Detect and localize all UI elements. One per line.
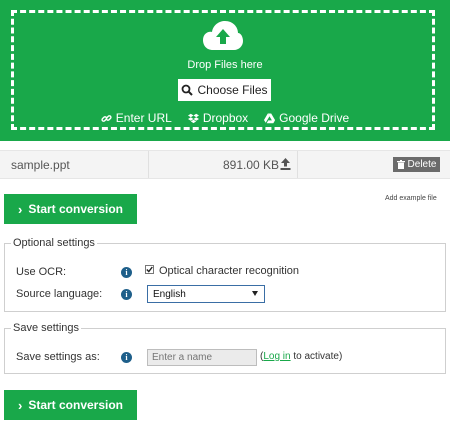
file-name: sample.ppt [11,158,70,172]
enter-url-link[interactable]: Enter URL [101,111,172,125]
choose-files-label: Choose Files [197,83,268,97]
drop-files-text: Drop Files here [187,59,263,71]
ocr-info-icon[interactable]: i [121,267,132,278]
start-conversion-button-bottom[interactable]: › Start conversion [4,390,137,420]
column-divider [148,151,149,178]
source-language-info-icon[interactable]: i [121,289,132,300]
upload-icon [280,158,291,170]
login-link[interactable]: Log in [263,351,290,362]
save-settings-fieldset: Save settings Save settings as: i (Log i… [4,322,446,374]
use-ocr-label: Use OCR: [16,266,67,278]
file-drop-zone[interactable]: Drop Files here Choose Files Enter URL D… [0,0,450,141]
source-language-value: English [153,288,186,300]
settings-name-input[interactable] [147,349,257,366]
cloud-upload-icon [203,21,243,50]
google-drive-label: Google Drive [279,111,350,125]
source-language-select[interactable]: English [147,285,265,303]
google-drive-icon [264,113,276,123]
save-settings-legend: Save settings [11,322,82,334]
save-settings-info-icon[interactable]: i [121,352,132,363]
file-row: sample.ppt 891.00 KB Delete [0,150,450,179]
dropbox-label: Dropbox [202,111,249,125]
activate-note: (Log in to activate) [260,351,342,362]
enter-url-label: Enter URL [115,111,172,125]
search-icon [182,84,194,96]
dropbox-link[interactable]: Dropbox [187,111,249,125]
start-conversion-label: Start conversion [28,202,124,216]
optional-settings-legend: Optional settings [11,237,97,249]
column-divider [297,151,298,178]
activate-suffix: to activate) [290,351,343,362]
source-language-label: Source language: [16,288,103,300]
file-size: 891.00 KB [223,158,280,172]
optional-settings-fieldset: Optional settings Use OCR: i Optical cha… [4,237,446,312]
checkmark-icon [146,266,153,273]
google-drive-link[interactable]: Google Drive [264,111,349,125]
save-settings-as-label: Save settings as: [16,351,100,363]
add-example-file-link[interactable]: Add example file [385,195,437,202]
delete-label: Delete [407,159,437,170]
upload-sources: Enter URL Dropbox Google Drive [0,111,450,125]
ocr-checkbox[interactable] [145,265,154,274]
link-icon [101,114,112,122]
ocr-checkbox-label: Optical character recognition [159,265,300,277]
delete-file-button[interactable]: Delete [393,157,440,172]
chevron-right-icon: › [17,397,23,413]
chevron-down-icon [252,291,258,296]
dropbox-icon [187,113,199,123]
choose-files-button[interactable]: Choose Files [178,79,271,101]
chevron-right-icon: › [17,201,23,217]
start-conversion-label: Start conversion [28,398,124,412]
trash-icon [396,160,405,169]
start-conversion-button-top[interactable]: › Start conversion [4,194,137,224]
